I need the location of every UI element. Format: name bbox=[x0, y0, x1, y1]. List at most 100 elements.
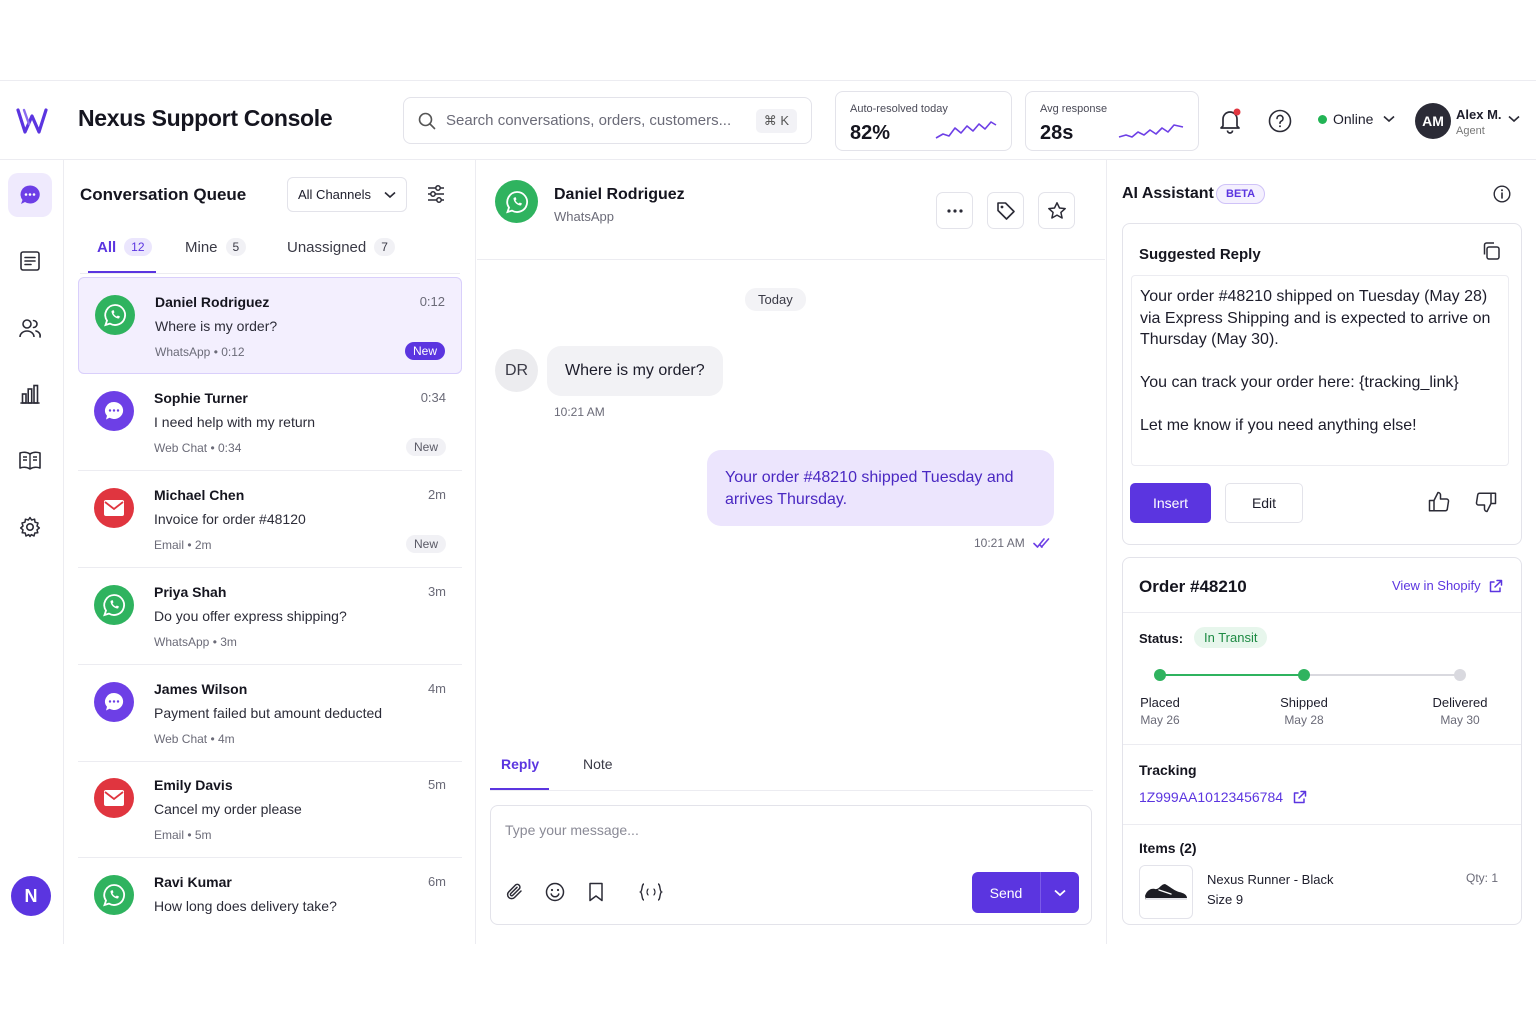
chevron-down-icon bbox=[1383, 115, 1396, 123]
user-name: Alex M. bbox=[1456, 107, 1502, 122]
conversation-item[interactable]: Sophie Turner I need help with my return… bbox=[78, 374, 462, 471]
ai-assistant-panel: AI Assistant BETA Suggested Reply Your o… bbox=[1106, 160, 1536, 944]
kpi-auto-resolved[interactable]: Auto-resolved today 82% bbox=[835, 91, 1012, 151]
template-variable-icon[interactable] bbox=[639, 882, 663, 902]
whatsapp-icon bbox=[95, 295, 135, 335]
bookmark-icon[interactable] bbox=[587, 882, 605, 902]
conversation-item[interactable]: Emily Davis Cancel my order please Email… bbox=[78, 761, 462, 858]
card-divider bbox=[1123, 612, 1521, 613]
chat-header-divider bbox=[477, 259, 1105, 260]
app-logo[interactable] bbox=[0, 81, 64, 160]
conversation-item[interactable]: James Wilson Payment failed but amount d… bbox=[78, 665, 462, 762]
copy-icon[interactable] bbox=[1481, 241, 1501, 261]
conversation-meta: Web Chat • 4m bbox=[154, 732, 235, 746]
tab-mine[interactable]: Mine 5 bbox=[185, 238, 247, 256]
tab-count: 7 bbox=[374, 238, 395, 256]
rail-item-customers[interactable] bbox=[8, 306, 52, 350]
users-icon bbox=[19, 319, 41, 338]
status-selector[interactable]: Online bbox=[1318, 111, 1396, 127]
day-separator: Today bbox=[745, 288, 806, 311]
step-dot-placed bbox=[1154, 669, 1166, 681]
notification-dot bbox=[1233, 108, 1241, 116]
conversation-meta: Web Chat • 0:34 bbox=[154, 441, 242, 455]
sparkline-icon bbox=[1118, 124, 1184, 138]
workspace-avatar[interactable]: N bbox=[11, 876, 51, 916]
conversation-item[interactable]: Michael Chen Invoice for order #48120 Em… bbox=[78, 471, 462, 568]
insert-button[interactable]: Insert bbox=[1130, 483, 1211, 523]
card-divider bbox=[1123, 824, 1521, 825]
reply-paragraph: Your order #48210 shipped on Tuesday (Ma… bbox=[1140, 288, 1491, 348]
conversation-time: 0:12 bbox=[419, 294, 445, 309]
conversation-time: 0:34 bbox=[420, 390, 446, 405]
conversation-name: Emily Davis bbox=[154, 777, 233, 793]
product-size: Size 9 bbox=[1207, 892, 1244, 907]
shoe-icon bbox=[1145, 884, 1187, 900]
send-options-button[interactable] bbox=[1041, 889, 1079, 897]
edit-button[interactable]: Edit bbox=[1225, 483, 1303, 523]
info-icon[interactable] bbox=[1493, 185, 1511, 203]
thumbs-up-icon[interactable] bbox=[1427, 490, 1451, 514]
star-button[interactable] bbox=[1038, 192, 1075, 229]
tab-note[interactable]: Note bbox=[583, 756, 613, 772]
conversation-meta: WhatsApp • 3m bbox=[154, 635, 237, 649]
more-icon bbox=[946, 208, 963, 213]
view-in-shopify-link[interactable]: View in Shopify bbox=[1392, 578, 1503, 593]
star-icon bbox=[1047, 201, 1066, 219]
step-name: Shipped bbox=[1280, 695, 1328, 710]
rail-item-settings[interactable] bbox=[8, 505, 52, 549]
emoji-icon[interactable] bbox=[545, 882, 565, 902]
conversation-item[interactable]: Ravi Kumar How long does delivery take? … bbox=[78, 858, 462, 955]
conversation-item[interactable]: Priya Shah Do you offer express shipping… bbox=[78, 568, 462, 665]
conversation-meta: Email • 5m bbox=[154, 828, 212, 842]
rail-item-knowledge-base[interactable] bbox=[8, 438, 52, 482]
tracking-number-link[interactable]: 1Z999AA10123456784 bbox=[1139, 789, 1307, 805]
help-button[interactable] bbox=[1266, 107, 1294, 135]
suggested-reply-text[interactable]: Your order #48210 shipped on Tuesday (Ma… bbox=[1131, 275, 1509, 466]
chevron-down-icon[interactable] bbox=[1508, 115, 1520, 123]
tab-label: Unassigned bbox=[287, 238, 367, 256]
chat-panel: Daniel Rodriguez WhatsApp Today DR Where… bbox=[477, 160, 1105, 944]
channel-filter-select[interactable]: All Channels bbox=[287, 177, 407, 212]
message-input[interactable] bbox=[505, 822, 1075, 862]
thumbs-down-icon[interactable] bbox=[1474, 490, 1498, 514]
rail-item-notes[interactable] bbox=[8, 239, 52, 283]
order-title: Order #48210 bbox=[1139, 577, 1247, 596]
rail-item-conversations[interactable] bbox=[8, 173, 52, 217]
link-label: View in Shopify bbox=[1392, 578, 1481, 593]
tab-unassigned[interactable]: Unassigned 7 bbox=[287, 238, 395, 256]
new-badge: New bbox=[405, 535, 446, 553]
tab-label: Mine bbox=[185, 238, 218, 256]
conversation-time: 6m bbox=[427, 874, 446, 889]
send-button[interactable]: Send bbox=[972, 872, 1079, 913]
kpi-avg-response[interactable]: Avg response 28s bbox=[1025, 91, 1199, 151]
conversation-preview: How long does delivery take? bbox=[154, 898, 337, 914]
search-input[interactable] bbox=[446, 112, 756, 129]
conversation-meta: WhatsApp • 0:12 bbox=[155, 345, 245, 359]
nav-rail bbox=[0, 160, 64, 944]
filter-settings-icon[interactable] bbox=[426, 184, 446, 204]
tab-all[interactable]: All 12 bbox=[97, 238, 152, 256]
chevron-down-icon bbox=[384, 191, 396, 198]
tag-button[interactable] bbox=[987, 192, 1024, 229]
step-name: Placed bbox=[1140, 695, 1180, 710]
step-date: May 28 bbox=[1284, 713, 1324, 727]
user-avatar[interactable]: AM bbox=[1415, 103, 1451, 139]
rail-item-analytics[interactable] bbox=[8, 372, 52, 416]
product-thumbnail[interactable] bbox=[1139, 865, 1193, 919]
step-name: Delivered bbox=[1432, 695, 1488, 710]
conversation-item[interactable]: Daniel Rodriguez Where is my order? What… bbox=[78, 277, 462, 374]
help-icon bbox=[1268, 109, 1292, 133]
more-options-button[interactable] bbox=[936, 192, 973, 229]
notifications-button[interactable] bbox=[1216, 107, 1244, 135]
contact-name: Daniel Rodriguez bbox=[554, 186, 685, 203]
conversation-preview: Cancel my order please bbox=[154, 801, 302, 817]
paperclip-icon[interactable] bbox=[505, 882, 525, 902]
tab-reply[interactable]: Reply bbox=[501, 756, 539, 772]
conversation-name: Ravi Kumar bbox=[154, 874, 232, 890]
book-icon bbox=[19, 451, 41, 470]
order-card: Order #48210 View in Shopify Status: In … bbox=[1122, 557, 1522, 925]
search-bar[interactable]: ⌘ K bbox=[403, 97, 812, 144]
active-tab-indicator bbox=[490, 788, 549, 790]
user-role: Agent bbox=[1456, 125, 1485, 137]
app-title: Nexus Support Console bbox=[78, 105, 333, 131]
